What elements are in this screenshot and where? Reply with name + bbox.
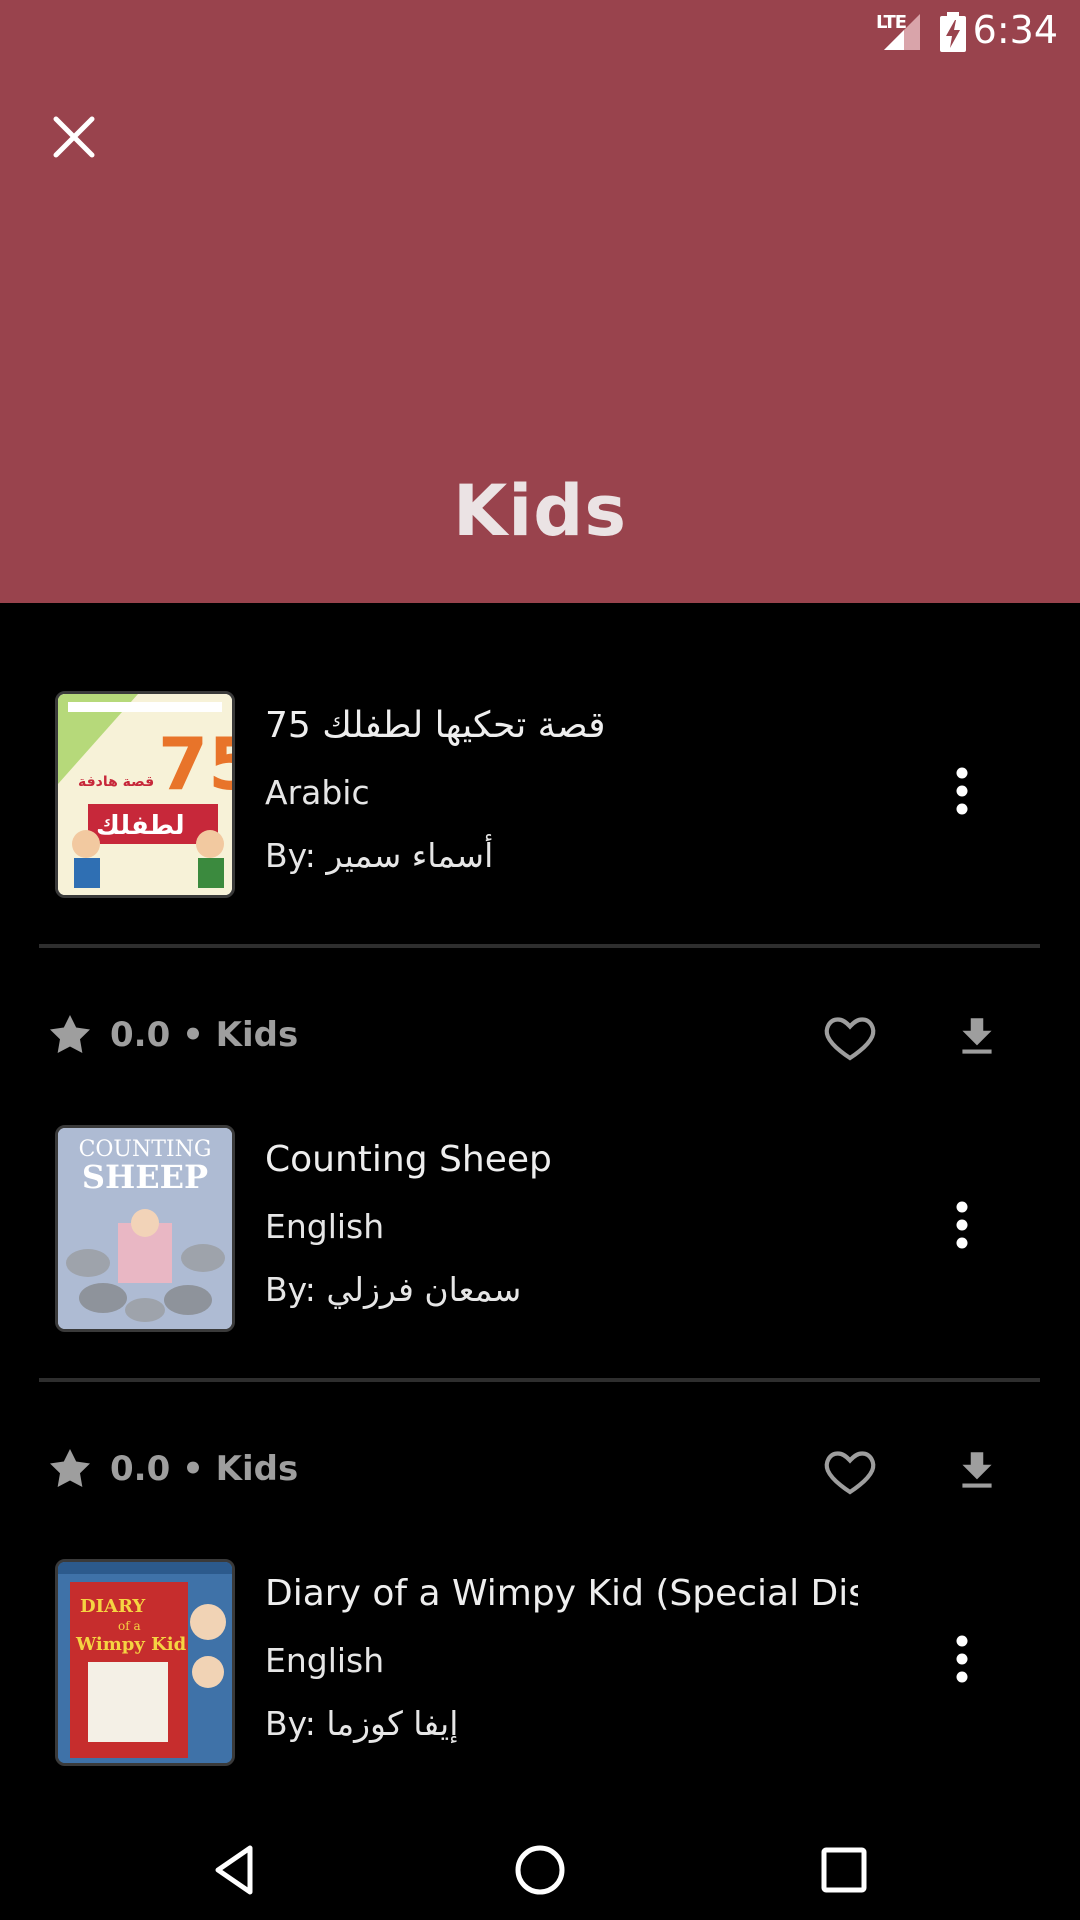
download-icon[interactable] (952, 1009, 1002, 1065)
book-meta-row: 0.0 • Kids (0, 1435, 1080, 1505)
book-cover: COUNTING SHEEP (55, 1125, 235, 1332)
book-title: Counting Sheep (265, 1139, 552, 1180)
book-author: By: إيفا كوزما (265, 1704, 459, 1743)
book-cover: 75 لطفلك قصة هادفة (55, 691, 235, 898)
download-icon[interactable] (952, 1443, 1002, 1499)
heart-outline-icon[interactable] (822, 1443, 878, 1499)
back-icon[interactable] (206, 1840, 266, 1900)
rating-category: 0.0 • Kids (110, 1449, 298, 1489)
book-title: Diary of a Wimpy Kid (Special Disney Edi… (265, 1573, 858, 1614)
cover-number: 75 (158, 722, 232, 806)
status-time: 6:34 (972, 8, 1058, 52)
cover-line3: Wimpy Kid (75, 1634, 187, 1655)
page-title: Kids (452, 470, 627, 552)
star-icon (50, 1449, 90, 1488)
rating-value: 0.0 (110, 1449, 171, 1489)
star-icon (50, 1015, 90, 1054)
status-bar: LTE 6:34 (0, 0, 1080, 63)
divider (39, 944, 1040, 948)
battery-charging-icon (940, 12, 966, 52)
header: LTE 6:34 Kids (0, 0, 1080, 603)
meta-separator: • (182, 1449, 204, 1489)
cover-line2: of a (118, 1619, 141, 1633)
book-language: English (265, 1207, 385, 1246)
signal-icon (884, 14, 920, 50)
system-nav-bar (0, 1820, 1080, 1920)
book-author: By: سمعان فرزلي (265, 1270, 522, 1309)
cover-sub: قصة هادفة (78, 774, 154, 790)
category-label: Kids (215, 1449, 299, 1489)
recents-icon[interactable] (814, 1840, 874, 1900)
book-language: Arabic (265, 773, 370, 812)
book-item[interactable]: 75 لطفلك قصة هادفة 75 قصة تحكيها لطفلك A… (0, 691, 1080, 901)
cover-line2: SHEEP (82, 1158, 208, 1196)
cover-line1: DIARY (80, 1596, 146, 1617)
category-label: Kids (215, 1015, 299, 1055)
book-language: English (265, 1641, 385, 1680)
cover-main: لطفلك (96, 811, 185, 841)
heart-outline-icon[interactable] (822, 1009, 878, 1065)
close-icon[interactable] (44, 107, 104, 167)
more-vertical-icon[interactable] (945, 1195, 979, 1255)
home-icon[interactable] (510, 1840, 570, 1900)
book-title: 75 قصة تحكيها لطفلك (265, 705, 606, 746)
book-meta-row: 0.0 • Kids (0, 1001, 1080, 1071)
book-cover: DIARY of a Wimpy Kid (55, 1559, 235, 1766)
book-item[interactable]: COUNTING SHEEP Counting Sheep English By… (0, 1125, 1080, 1335)
more-vertical-icon[interactable] (945, 761, 979, 821)
more-vertical-icon[interactable] (945, 1629, 979, 1689)
book-item[interactable]: DIARY of a Wimpy Kid Diary of a Wimpy Ki… (0, 1559, 1080, 1769)
divider (39, 1378, 1040, 1382)
rating-category: 0.0 • Kids (110, 1015, 298, 1055)
book-author: By: أسماء سمير (265, 836, 494, 875)
meta-separator: • (182, 1015, 204, 1055)
rating-value: 0.0 (110, 1015, 171, 1055)
